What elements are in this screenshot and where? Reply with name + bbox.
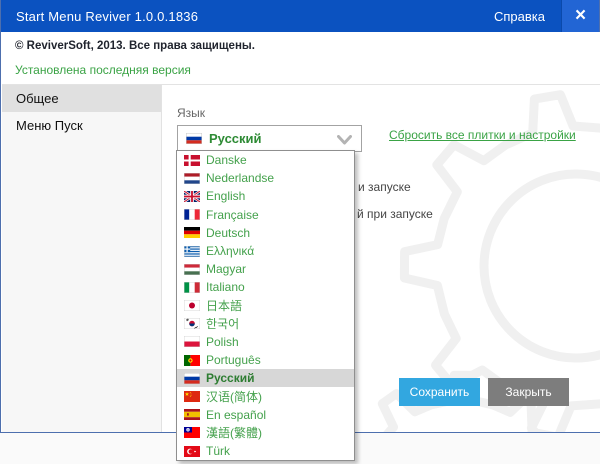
flag-united-kingdom-icon xyxy=(184,191,200,202)
flag-china-icon xyxy=(184,391,200,402)
flag-spain-icon xyxy=(184,409,200,420)
save-button[interactable]: Сохранить xyxy=(399,378,480,406)
flag-netherlands-icon xyxy=(184,173,200,184)
close-window-button[interactable]: × xyxy=(561,0,599,32)
sidebar-item-label: Меню Пуск xyxy=(16,118,83,133)
language-option-chinese-simplified[interactable]: 汉语(简体) xyxy=(177,387,354,405)
language-option-russian[interactable]: Русский xyxy=(177,369,354,387)
close-button[interactable]: Закрыть xyxy=(488,378,569,406)
flag-russia-icon xyxy=(184,373,200,384)
language-option-english[interactable]: English xyxy=(177,187,354,205)
language-option-italiano[interactable]: Italiano xyxy=(177,278,354,296)
language-option-japanese[interactable]: 日本語 xyxy=(177,297,354,315)
chevron-down-icon xyxy=(337,135,352,145)
language-option-turkish[interactable]: Türk xyxy=(177,442,354,460)
language-option-francaise[interactable]: Française xyxy=(177,206,354,224)
flag-turkey-icon xyxy=(184,446,200,457)
window-title: Start Menu Reviver 1.0.0.1836 xyxy=(1,9,494,24)
sidebar-item-general[interactable]: Общее xyxy=(2,85,161,112)
language-select[interactable]: Русский xyxy=(177,125,362,152)
language-option-magyar[interactable]: Magyar xyxy=(177,260,354,278)
flag-japan-icon xyxy=(184,300,200,311)
screenshot-root: Start Menu Reviver 1.0.0.1836 Справка × … xyxy=(0,0,600,464)
sidebar-item-label: Общее xyxy=(16,91,59,106)
flag-greece-icon xyxy=(184,246,200,257)
language-option-portugues[interactable]: Português xyxy=(177,351,354,369)
flag-russia-icon xyxy=(186,133,202,144)
language-option-korean[interactable]: 한국어 xyxy=(177,315,354,333)
close-icon: × xyxy=(575,5,586,27)
flag-germany-icon xyxy=(184,227,200,238)
sidebar-item-start-menu[interactable]: Меню Пуск xyxy=(2,112,161,139)
info-bar: © ReviverSoft, 2013. Все права защищены.… xyxy=(2,32,600,84)
sidebar: Общее Меню Пуск xyxy=(2,85,162,432)
flag-hungary-icon xyxy=(184,264,200,275)
update-status-link[interactable]: Установлена последняя версия xyxy=(15,63,191,77)
flag-taiwan-icon xyxy=(184,427,200,438)
language-option-spanish[interactable]: En español xyxy=(177,406,354,424)
flag-poland-icon xyxy=(184,336,200,347)
flag-italy-icon xyxy=(184,282,200,293)
flag-portugal-icon xyxy=(184,355,200,366)
language-option-danske[interactable]: Danske xyxy=(177,151,354,169)
option-label-fragment-1: и запуске xyxy=(358,180,411,194)
flag-south-korea-icon xyxy=(184,318,200,329)
language-dropdown-list: Danske Nederlandse English Française Deu… xyxy=(176,150,355,461)
language-select-value: Русский xyxy=(209,131,262,146)
language-option-nederlandse[interactable]: Nederlandse xyxy=(177,169,354,187)
option-label-fragment-2: й при запуске xyxy=(357,207,433,221)
language-option-chinese-traditional[interactable]: 漢語(繁體) xyxy=(177,424,354,442)
language-option-polish[interactable]: Polish xyxy=(177,333,354,351)
title-bar: Start Menu Reviver 1.0.0.1836 Справка × xyxy=(1,0,599,32)
language-option-greek[interactable]: Ελληνικά xyxy=(177,242,354,260)
flag-france-icon xyxy=(184,209,200,220)
copyright-text: © ReviverSoft, 2013. Все права защищены. xyxy=(15,40,255,52)
language-label: Язык xyxy=(177,106,205,120)
reset-tiles-link[interactable]: Сбросить все плитки и настройки xyxy=(389,128,576,142)
language-option-deutsch[interactable]: Deutsch xyxy=(177,224,354,242)
help-link[interactable]: Справка xyxy=(494,9,545,24)
flag-denmark-icon xyxy=(184,155,200,166)
